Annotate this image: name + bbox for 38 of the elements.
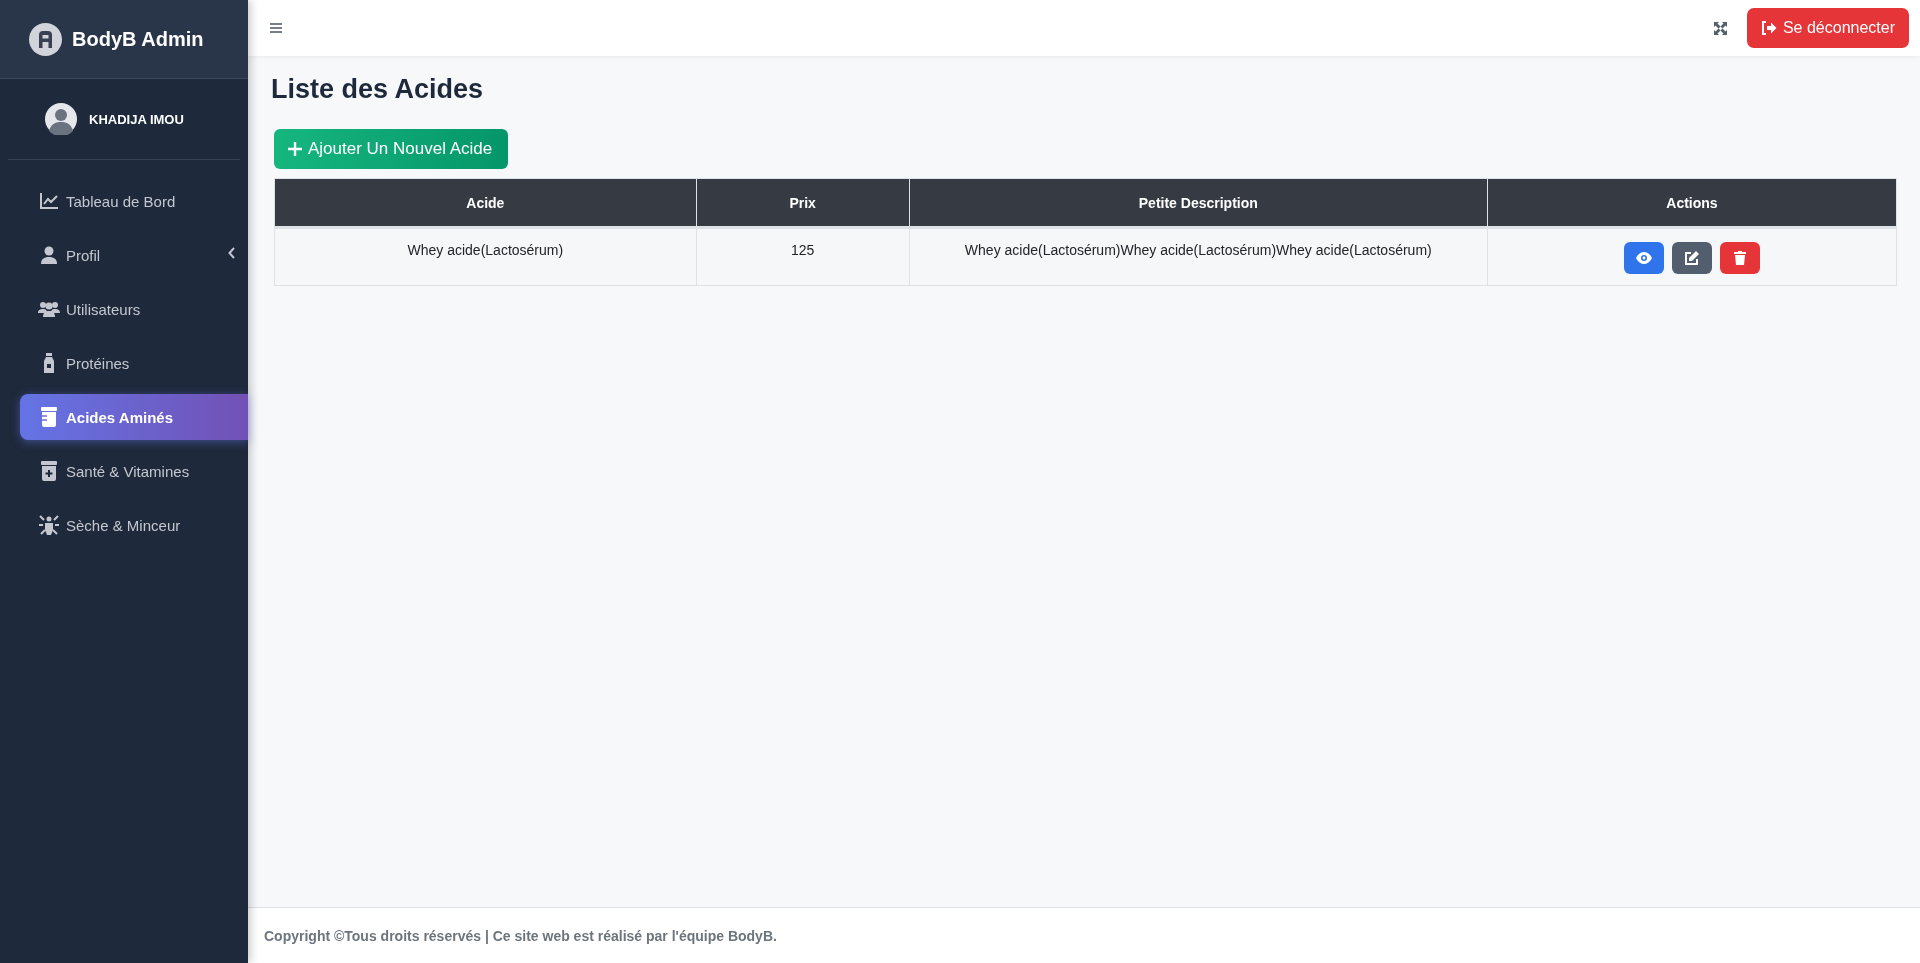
sidebar-item[interactable]: Utilisateurs [20,286,248,332]
sidebar-item[interactable]: Tableau de Bord [20,178,248,224]
column-header: Actions [1487,178,1897,228]
brand-name: BodyB Admin [72,27,204,51]
person-burst-icon [39,515,59,535]
sidebar-item[interactable]: Acides Aminés [20,394,248,440]
sidebar-item[interactable]: Santé & Vitamines [20,448,248,494]
delete-button[interactable] [1719,242,1760,274]
menu-icon[interactable] [270,23,282,33]
column-header: Acide [274,178,697,228]
sidebar-item[interactable]: Sèche & Minceur [20,502,248,548]
logo-icon [29,22,62,56]
bottle-icon [43,353,55,373]
jar-icon [41,407,57,427]
medicine-jar-icon [41,461,57,481]
plus-icon [288,142,302,156]
logout-button[interactable]: Se déconnecter [1746,8,1909,48]
trash-icon [1733,251,1746,265]
chart-icon [39,192,59,210]
users-icon [38,300,60,318]
user-icon [40,246,58,264]
sidebar-item[interactable]: Profil [20,232,248,278]
edit-button[interactable] [1671,242,1712,274]
column-header: Petite Description [909,178,1488,228]
user-name: KHADIJA IMOU [89,111,184,127]
table-cell: Whey acide(Lactosérum) [407,242,564,258]
table-cell: Whey acide(Lactosérum)Whey acide(Lactosérum)Whey acide(Lactosérum) [964,242,1432,258]
eye-icon [1635,252,1652,264]
user-avatar [45,103,77,135]
fullscreen-icon[interactable] [1713,21,1727,35]
view-button[interactable] [1623,242,1664,274]
sidebar-item[interactable]: Protéines [20,340,248,386]
table-cell: 125 [790,242,815,258]
copyright-text: Copyright ©Tous droits réservés | Ce site web est réalisé par l'équipe BodyB. [264,927,777,944]
page-title: Liste des Acides [271,74,485,105]
column-header: Prix [696,178,910,228]
logout-icon [1760,21,1777,35]
edit-icon [1684,250,1700,266]
